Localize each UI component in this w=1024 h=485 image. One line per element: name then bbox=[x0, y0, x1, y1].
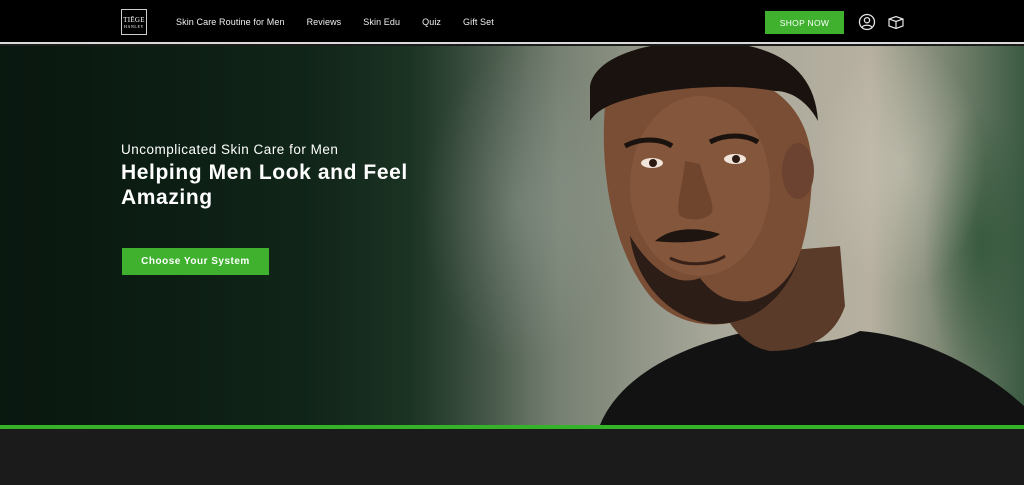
hero-overlay bbox=[0, 46, 560, 425]
account-icon[interactable] bbox=[858, 13, 876, 31]
site-header: TIĒGE HANLEY Skin Care Routine for Men R… bbox=[0, 0, 1024, 44]
nav-item-skin-care-routine[interactable]: Skin Care Routine for Men bbox=[176, 17, 285, 27]
main-nav: Skin Care Routine for Men Reviews Skin E… bbox=[176, 0, 516, 44]
nav-item-reviews[interactable]: Reviews bbox=[307, 17, 342, 27]
hero-headline: Helping Men Look and Feel Amazing bbox=[121, 161, 408, 209]
hero-model-image bbox=[590, 46, 1024, 425]
nav-item-quiz[interactable]: Quiz bbox=[422, 17, 441, 27]
nav-item-gift-set[interactable]: Gift Set bbox=[463, 17, 494, 27]
logo-wordmark: TIĒGE bbox=[123, 15, 145, 24]
brand-logo[interactable]: TIĒGE HANLEY bbox=[121, 9, 147, 35]
page: TIĒGE HANLEY Skin Care Routine for Men R… bbox=[0, 0, 1024, 485]
below-hero-band bbox=[0, 429, 1024, 485]
box-cart-icon[interactable] bbox=[887, 13, 905, 31]
nav-item-skin-edu[interactable]: Skin Edu bbox=[363, 17, 400, 27]
logo-subwordmark: HANLEY bbox=[123, 23, 145, 29]
shop-now-button[interactable]: SHOP NOW bbox=[765, 11, 844, 34]
hero-section: Uncomplicated Skin Care for Men Helping … bbox=[0, 46, 1024, 425]
hero-subtitle: Uncomplicated Skin Care for Men bbox=[121, 142, 339, 157]
choose-your-system-button[interactable]: Choose Your System bbox=[122, 248, 269, 275]
